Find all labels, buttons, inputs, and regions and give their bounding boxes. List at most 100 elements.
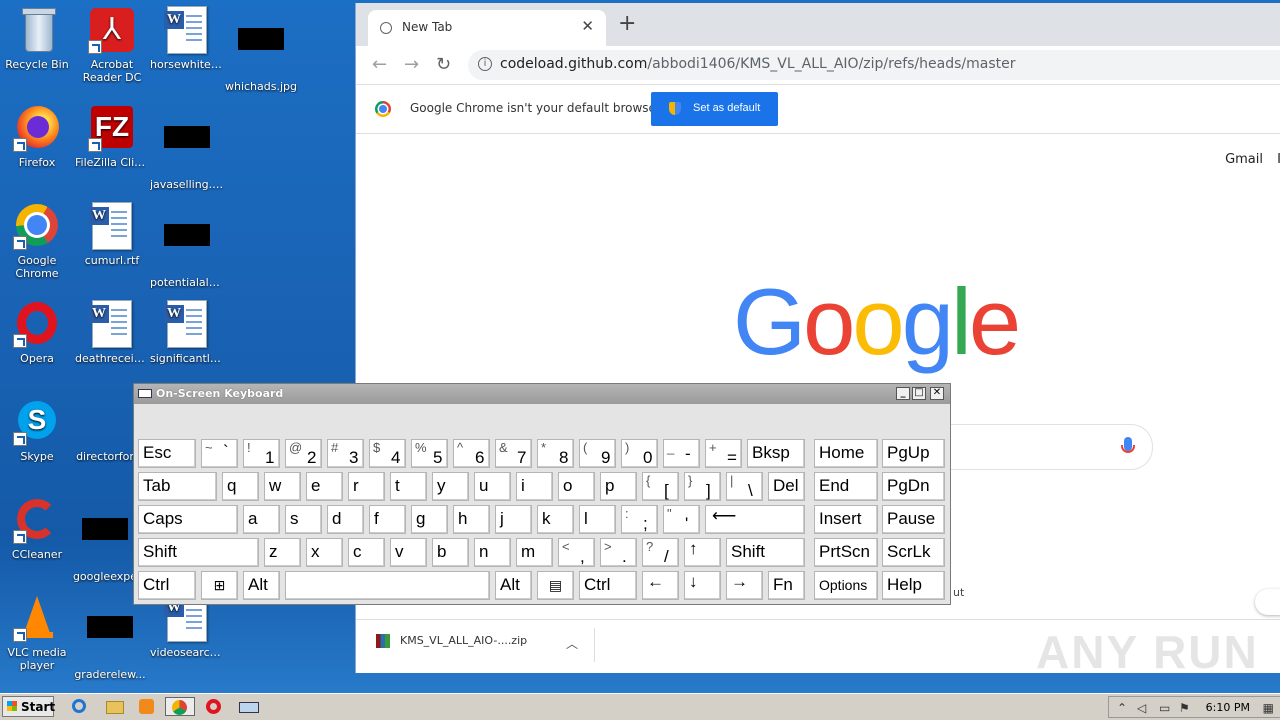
desktop-icon-potentialalo[interactable]: potentialalo... (150, 202, 224, 289)
key-backslash[interactable]: | \ (726, 472, 763, 501)
key-prtscn[interactable]: PrtScn (814, 538, 878, 567)
key-7[interactable]: & 7 (495, 439, 532, 468)
key-o[interactable]: o (558, 472, 595, 501)
key-end[interactable]: End (814, 472, 878, 501)
desktop-icon-significantle[interactable]: W significantle... (150, 300, 224, 365)
key-pgup[interactable]: PgUp (882, 439, 945, 468)
close-button[interactable]: ✕ (930, 387, 944, 400)
tab-close-icon[interactable]: ✕ (581, 17, 594, 35)
start-button[interactable]: Start (2, 696, 55, 717)
key-shift-left[interactable]: Shift (138, 538, 259, 567)
desktop-icon-directorfor[interactable]: directorfor (68, 398, 142, 463)
minimize-button[interactable]: _ (896, 387, 910, 400)
desktop-icon-recycle-bin[interactable]: Recycle Bin (0, 6, 74, 71)
key-2[interactable]: @2 (285, 439, 322, 468)
key-3[interactable]: #3 (327, 439, 364, 468)
key-z[interactable]: z (264, 538, 301, 567)
key-alt-left[interactable]: Alt (243, 571, 280, 600)
key-b[interactable]: b (432, 538, 469, 567)
key-y[interactable]: y (432, 472, 469, 501)
key-h[interactable]: h (453, 505, 490, 534)
key-minus[interactable]: _ - (663, 439, 700, 468)
key-insert[interactable]: Insert (814, 505, 878, 534)
key-backspace[interactable]: Bksp (747, 439, 805, 468)
desktop-icon-vlc[interactable]: VLC media player (0, 594, 74, 672)
key-5[interactable]: % 5 (411, 439, 448, 468)
desktop-icon-graderelew[interactable]: graderelew... (73, 594, 147, 681)
explorer-folder-icon[interactable] (104, 697, 124, 716)
key-esc[interactable]: Esc (138, 439, 196, 468)
key-help[interactable]: Help (882, 571, 945, 600)
key-l[interactable]: l (579, 505, 616, 534)
action-center-flag-icon[interactable]: ⚑ (1179, 701, 1190, 715)
key-pause[interactable]: Pause (882, 505, 945, 534)
key-semicolon[interactable]: :; (621, 505, 658, 534)
taskbar-keyboard-icon[interactable] (238, 697, 259, 716)
key-left-arrow[interactable]: ← (642, 571, 679, 600)
key-p[interactable]: p (600, 472, 637, 501)
key-tilde[interactable]: ~ ` (201, 439, 238, 468)
key-ctrl-right[interactable]: Ctrl (579, 571, 637, 600)
key-f[interactable]: f (369, 505, 406, 534)
key-v[interactable]: v (390, 538, 427, 567)
internet-explorer-icon[interactable] (70, 697, 90, 716)
key-9[interactable]: (9 (579, 439, 616, 468)
key-equals[interactable]: + = (705, 439, 742, 468)
desktop-icon-acrobat[interactable]: ⅄ Acrobat Reader DC (75, 6, 149, 84)
key-u[interactable]: u (474, 472, 511, 501)
taskbar-chrome-icon[interactable] (165, 697, 195, 716)
key-shift-right[interactable]: Shift (726, 538, 805, 567)
key-t[interactable]: t (390, 472, 427, 501)
key-tab[interactable]: Tab (138, 472, 217, 501)
key-del[interactable]: Del (768, 472, 805, 501)
desktop-icon-skype[interactable]: S Skype (0, 398, 74, 463)
show-hidden-icons[interactable]: ⌃ (1117, 701, 1127, 715)
key-c[interactable]: c (348, 538, 385, 567)
key-1[interactable]: ! 1 (243, 439, 280, 468)
maximize-button[interactable]: □ (912, 387, 926, 400)
key-fn[interactable]: Fn (768, 571, 805, 600)
desktop-icon-whichads[interactable]: whichads.jpg (224, 6, 298, 93)
key-alt-right[interactable]: Alt (495, 571, 532, 600)
address-bar[interactable]: i codeload.github.com/abbodi1406/KMS_VL_… (468, 50, 1280, 80)
microphone-icon[interactable] (1121, 437, 1135, 453)
desktop-icon-ccleaner[interactable]: CCleaner (0, 496, 74, 561)
key-ctrl-left[interactable]: Ctrl (138, 571, 196, 600)
key-d[interactable]: d (327, 505, 364, 534)
key-g[interactable]: g (411, 505, 448, 534)
key-up-arrow[interactable]: ↑ (684, 538, 721, 567)
desktop-icon-filezilla[interactable]: FZ FileZilla Client (75, 104, 149, 169)
key-down-arrow[interactable]: ↓ (684, 571, 721, 600)
key-r[interactable]: r (348, 472, 385, 501)
volume-icon[interactable]: ◁ (1137, 701, 1146, 715)
desktop-icon-firefox[interactable]: Firefox (0, 104, 74, 169)
info-icon[interactable]: i (478, 57, 492, 71)
key-4[interactable]: $4 (369, 439, 406, 468)
desktop-icon-horsewhite[interactable]: W horsewhite.rtf (150, 6, 224, 71)
forward-arrow-icon[interactable]: → (404, 54, 419, 75)
gmail-link[interactable]: Gmail (1225, 152, 1263, 167)
back-arrow-icon[interactable]: ← (372, 54, 387, 75)
key-s[interactable]: s (285, 505, 322, 534)
set-as-default-button[interactable]: Set as default (651, 92, 778, 126)
key-space[interactable] (285, 571, 490, 600)
reload-icon[interactable]: ↻ (436, 54, 451, 75)
media-player-icon[interactable] (137, 697, 157, 716)
network-icon[interactable]: ▭ (1159, 701, 1170, 715)
key-quote[interactable]: " ' (663, 505, 700, 534)
key-home[interactable]: Home (814, 439, 878, 468)
key-scrlk[interactable]: ScrLk (882, 538, 945, 567)
key-a[interactable]: a (243, 505, 280, 534)
tab-new-tab[interactable]: New Tab ✕ (368, 10, 606, 46)
key-6[interactable]: ^ 6 (453, 439, 490, 468)
chevron-up-icon[interactable]: ︿ (566, 635, 578, 652)
osk-title-bar[interactable]: On-Screen Keyboard _ □ ✕ (134, 384, 950, 404)
key-right-bracket[interactable]: }] (684, 472, 721, 501)
desktop-icon-cumurl[interactable]: W cumurl.rtf (75, 202, 149, 267)
key-left-bracket[interactable]: {[ (642, 472, 679, 501)
new-tab-button[interactable]: + (618, 13, 636, 35)
key-right-arrow[interactable]: → (726, 571, 763, 600)
key-q[interactable]: q (222, 472, 259, 501)
desktop-icon-chrome[interactable]: Google Chrome (0, 202, 74, 280)
key-w[interactable]: w (264, 472, 301, 501)
